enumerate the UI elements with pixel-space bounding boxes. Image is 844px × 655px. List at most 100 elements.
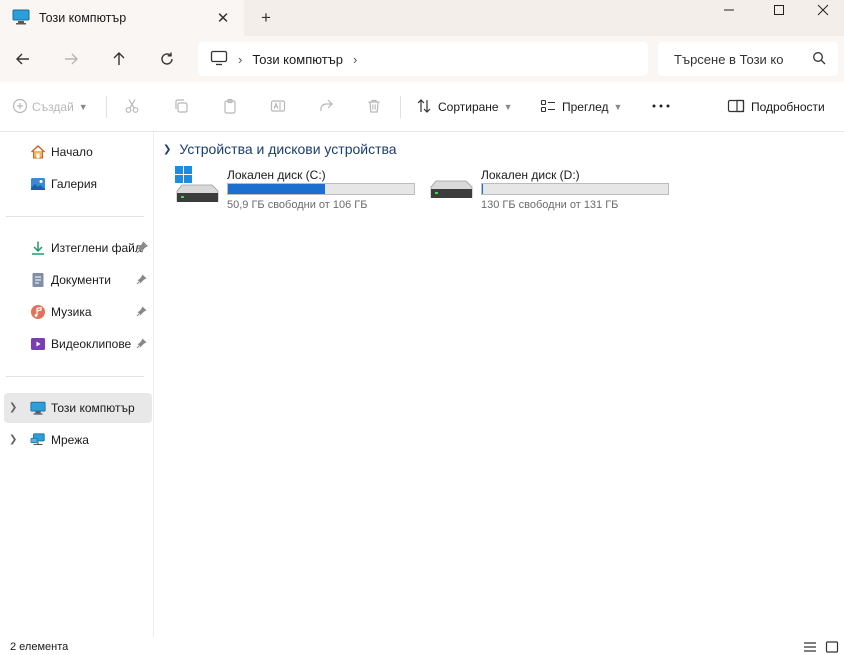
sidebar-item-label: Този компютър bbox=[51, 401, 135, 415]
divider bbox=[6, 216, 144, 217]
delete-button[interactable] bbox=[366, 94, 382, 120]
details-view-button[interactable] bbox=[802, 640, 818, 654]
copy-button[interactable] bbox=[173, 94, 189, 120]
paste-button[interactable] bbox=[222, 94, 238, 120]
view-label: Преглед bbox=[562, 100, 609, 114]
drive-usage-bar bbox=[481, 183, 669, 195]
sidebar-item-label: Мрежа bbox=[51, 433, 89, 447]
pin-icon[interactable] bbox=[136, 305, 148, 320]
chevron-right-icon[interactable]: › bbox=[238, 52, 242, 67]
chevron-down-icon: ▼ bbox=[613, 102, 623, 112]
music-icon bbox=[30, 304, 46, 320]
this-pc-icon bbox=[12, 9, 30, 28]
drive-c[interactable]: Локален диск (C:) 50,9 ГБ свободни от 10… bbox=[175, 166, 425, 216]
tab-this-pc[interactable]: Този компютър ✕ bbox=[0, 0, 244, 36]
group-title: Устройства и дискови устройства bbox=[179, 141, 397, 157]
details-pane-icon bbox=[727, 98, 745, 117]
chevron-right-icon[interactable]: › bbox=[353, 52, 357, 67]
pin-icon[interactable] bbox=[136, 273, 148, 288]
details-pane-button[interactable]: Подробности bbox=[727, 94, 825, 120]
sort-button[interactable]: Сортиране ▼ bbox=[416, 94, 513, 120]
sidebar-item-videos[interactable]: Видеоклипове bbox=[4, 329, 152, 359]
breadcrumb[interactable]: › Този компютър › bbox=[198, 42, 648, 76]
drive-usage-fill bbox=[228, 184, 325, 194]
sidebar-item-network[interactable]: ❯ Мрежа bbox=[4, 425, 152, 455]
sort-icon bbox=[416, 98, 432, 117]
sidebar-item-label: Документи bbox=[51, 273, 111, 287]
title-bar: Този компютър ✕ + bbox=[0, 0, 844, 36]
back-button[interactable] bbox=[8, 44, 38, 74]
sidebar-item-home[interactable]: Начало bbox=[4, 137, 152, 167]
status-bar: 2 елемента bbox=[0, 637, 844, 655]
new-button[interactable]: Създай ▼ bbox=[12, 94, 88, 120]
item-count: 2 елемента bbox=[10, 641, 69, 653]
pin-icon[interactable] bbox=[136, 337, 148, 352]
drive-usage-bar bbox=[227, 183, 415, 195]
plus-circle-icon bbox=[12, 98, 28, 117]
this-pc-icon bbox=[30, 400, 46, 416]
drive-free-space: 50,9 ГБ свободни от 106 ГБ bbox=[227, 199, 368, 211]
monitor-icon bbox=[210, 50, 228, 69]
view-button[interactable]: Преглед ▼ bbox=[540, 94, 622, 120]
new-tab-button[interactable]: + bbox=[256, 8, 276, 28]
minimize-button[interactable] bbox=[706, 0, 752, 20]
scissors-icon bbox=[124, 98, 140, 117]
breadcrumb-this-pc[interactable]: Този компютър bbox=[252, 52, 343, 67]
search-input[interactable] bbox=[674, 51, 802, 67]
tab-close-icon[interactable]: ✕ bbox=[214, 9, 232, 27]
drive-d[interactable]: Локален диск (D:) 130 ГБ свободни от 131… bbox=[429, 166, 679, 216]
arrow-up-icon bbox=[113, 52, 125, 65]
refresh-icon bbox=[161, 52, 173, 65]
downloads-icon bbox=[30, 240, 46, 256]
rename-button[interactable] bbox=[270, 94, 286, 120]
new-label: Създай bbox=[32, 100, 74, 114]
system-drive-icon bbox=[175, 166, 221, 206]
sidebar-item-label: Изтеглени файлове bbox=[51, 241, 141, 255]
drive-icon bbox=[429, 166, 475, 206]
sidebar-item-gallery[interactable]: Галерия bbox=[4, 169, 152, 199]
copy-icon bbox=[173, 98, 189, 117]
rename-icon bbox=[270, 98, 286, 117]
sidebar-item-downloads[interactable]: Изтеглени файлове bbox=[4, 233, 152, 263]
close-window-button[interactable] bbox=[800, 0, 844, 20]
documents-icon bbox=[30, 272, 46, 288]
sidebar-item-documents[interactable]: Документи bbox=[4, 265, 152, 295]
chevron-right-icon[interactable]: ❯ bbox=[9, 402, 17, 413]
drive-name: Локален диск (D:) bbox=[481, 168, 580, 182]
chevron-right-icon[interactable]: ❯ bbox=[9, 434, 17, 445]
sidebar-item-label: Галерия bbox=[51, 177, 98, 191]
sidebar-item-label: Начало bbox=[51, 145, 93, 159]
gallery-icon bbox=[30, 176, 46, 192]
share-icon bbox=[318, 98, 334, 117]
pin-icon[interactable] bbox=[136, 241, 148, 256]
navigation-pane: Начало Галерия Изтеглени файлове Докумен… bbox=[0, 132, 154, 637]
sidebar-item-label: Видеоклипове bbox=[51, 337, 132, 351]
more-icon bbox=[651, 98, 671, 117]
sidebar-item-music[interactable]: Музика bbox=[4, 297, 152, 327]
sort-label: Сортиране bbox=[438, 100, 499, 114]
arrow-left-icon bbox=[16, 53, 29, 65]
search-icon[interactable] bbox=[812, 51, 826, 68]
details-view-icon bbox=[804, 642, 816, 652]
up-button[interactable] bbox=[104, 44, 134, 74]
home-icon bbox=[30, 144, 46, 160]
refresh-button[interactable] bbox=[152, 44, 182, 74]
chevron-down-icon: ▼ bbox=[78, 102, 88, 112]
forward-button[interactable] bbox=[56, 44, 86, 74]
divider bbox=[106, 96, 107, 118]
details-label: Подробности bbox=[751, 100, 825, 114]
share-button[interactable] bbox=[318, 94, 334, 120]
tiles-view-button[interactable] bbox=[824, 640, 840, 654]
tab-title: Този компютър bbox=[39, 11, 127, 25]
more-options-button[interactable] bbox=[651, 94, 671, 120]
maximize-button[interactable] bbox=[756, 0, 802, 20]
clipboard-icon bbox=[222, 98, 238, 117]
chevron-down-icon[interactable]: ❯ bbox=[163, 144, 171, 155]
divider bbox=[6, 376, 144, 377]
search-box[interactable] bbox=[658, 42, 838, 76]
group-header-devices[interactable]: ❯ Устройства и дискови устройства bbox=[163, 141, 397, 157]
list-view-icon bbox=[540, 98, 556, 117]
cut-button[interactable] bbox=[124, 94, 140, 120]
sidebar-item-this-pc[interactable]: ❯ Този компютър bbox=[4, 393, 152, 423]
trash-icon bbox=[366, 98, 382, 117]
